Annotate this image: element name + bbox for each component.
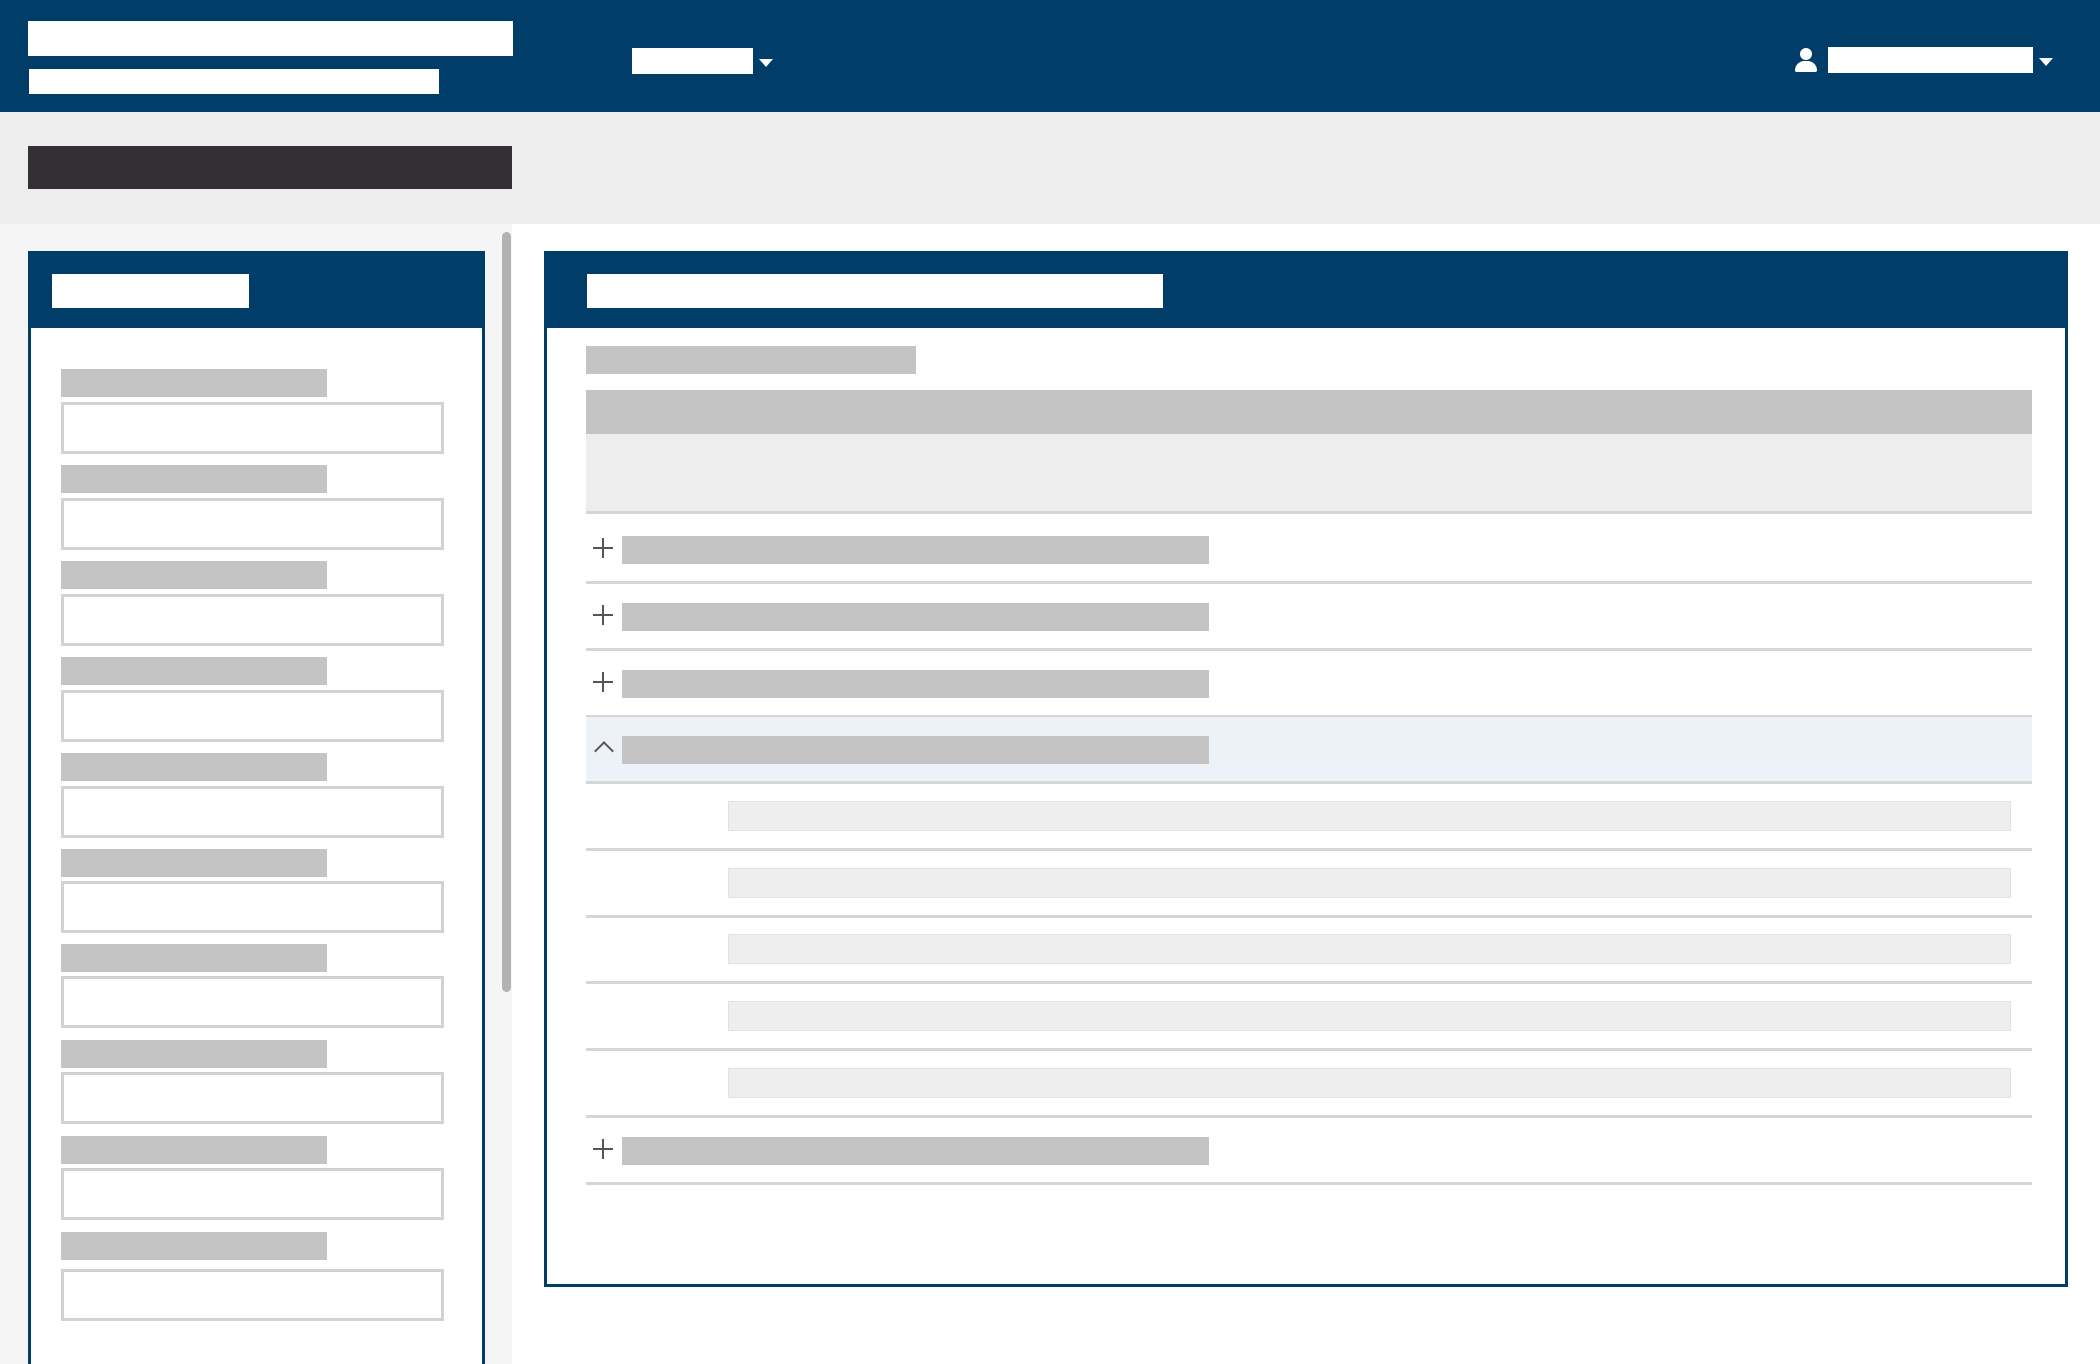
nav-menu-label[interactable] <box>632 48 753 74</box>
filter-input[interactable] <box>61 498 444 550</box>
field-label <box>61 753 327 781</box>
group-label[interactable] <box>622 536 1209 564</box>
nav-menu-dropdown[interactable] <box>632 48 773 74</box>
group-row[interactable] <box>586 1118 2032 1185</box>
field-label <box>61 944 327 972</box>
child-row[interactable] <box>586 1051 2032 1118</box>
chevron-down-icon[interactable] <box>759 59 773 67</box>
filter-panel <box>28 251 485 1364</box>
field-label <box>61 849 327 877</box>
group-label[interactable] <box>622 603 1209 631</box>
app-subtitle <box>29 69 439 94</box>
top-header <box>0 0 2100 112</box>
group-row[interactable] <box>586 517 2032 584</box>
filter-input[interactable] <box>61 976 444 1028</box>
main-panel-header <box>547 254 2065 328</box>
filter-input[interactable] <box>61 690 444 742</box>
child-item[interactable] <box>728 1068 2011 1098</box>
main-panel <box>544 251 2068 1287</box>
page-title <box>28 146 512 189</box>
table-subheader <box>586 434 2032 514</box>
field-label <box>61 369 327 397</box>
field-label <box>61 1040 327 1068</box>
filter-panel-header <box>31 254 482 328</box>
group-row-expanded[interactable] <box>586 717 2032 784</box>
page-title-band <box>0 112 2100 224</box>
child-item[interactable] <box>728 934 2011 964</box>
field-label <box>61 561 327 589</box>
filter-panel-title <box>52 274 249 308</box>
child-row[interactable] <box>586 984 2032 1051</box>
filter-input[interactable] <box>61 402 444 454</box>
section-label <box>586 346 916 374</box>
main-panel-title <box>587 274 1163 308</box>
filter-input[interactable] <box>61 1168 444 1220</box>
filter-input[interactable] <box>61 594 444 646</box>
app-title[interactable] <box>28 21 513 56</box>
child-row[interactable] <box>586 917 2032 984</box>
chevron-down-icon[interactable] <box>2039 58 2053 66</box>
chevron-up-icon[interactable] <box>590 734 616 762</box>
plus-icon[interactable] <box>590 668 616 696</box>
child-item[interactable] <box>728 1001 2011 1031</box>
child-item[interactable] <box>728 801 2011 831</box>
user-menu-dropdown[interactable] <box>1792 46 2053 74</box>
group-label[interactable] <box>622 736 1209 764</box>
field-label <box>61 465 327 493</box>
group-row[interactable] <box>586 651 2032 718</box>
filter-input[interactable] <box>61 881 444 933</box>
filter-input[interactable] <box>61 1269 444 1321</box>
group-label[interactable] <box>622 1137 1209 1165</box>
child-row[interactable] <box>586 784 2032 851</box>
group-label[interactable] <box>622 670 1209 698</box>
child-item[interactable] <box>728 868 2011 898</box>
plus-icon[interactable] <box>590 1135 616 1163</box>
filter-input[interactable] <box>61 786 444 838</box>
child-row[interactable] <box>586 851 2032 918</box>
filter-input[interactable] <box>61 1072 444 1124</box>
table-header <box>586 390 2032 434</box>
group-row[interactable] <box>586 584 2032 651</box>
field-label <box>61 1232 327 1260</box>
user-icon <box>1792 46 1820 74</box>
user-name[interactable] <box>1828 47 2033 73</box>
plus-icon[interactable] <box>590 534 616 562</box>
left-column-scrollbar[interactable] <box>502 232 511 992</box>
field-label <box>61 657 327 685</box>
plus-icon[interactable] <box>590 601 616 629</box>
field-label <box>61 1136 327 1164</box>
